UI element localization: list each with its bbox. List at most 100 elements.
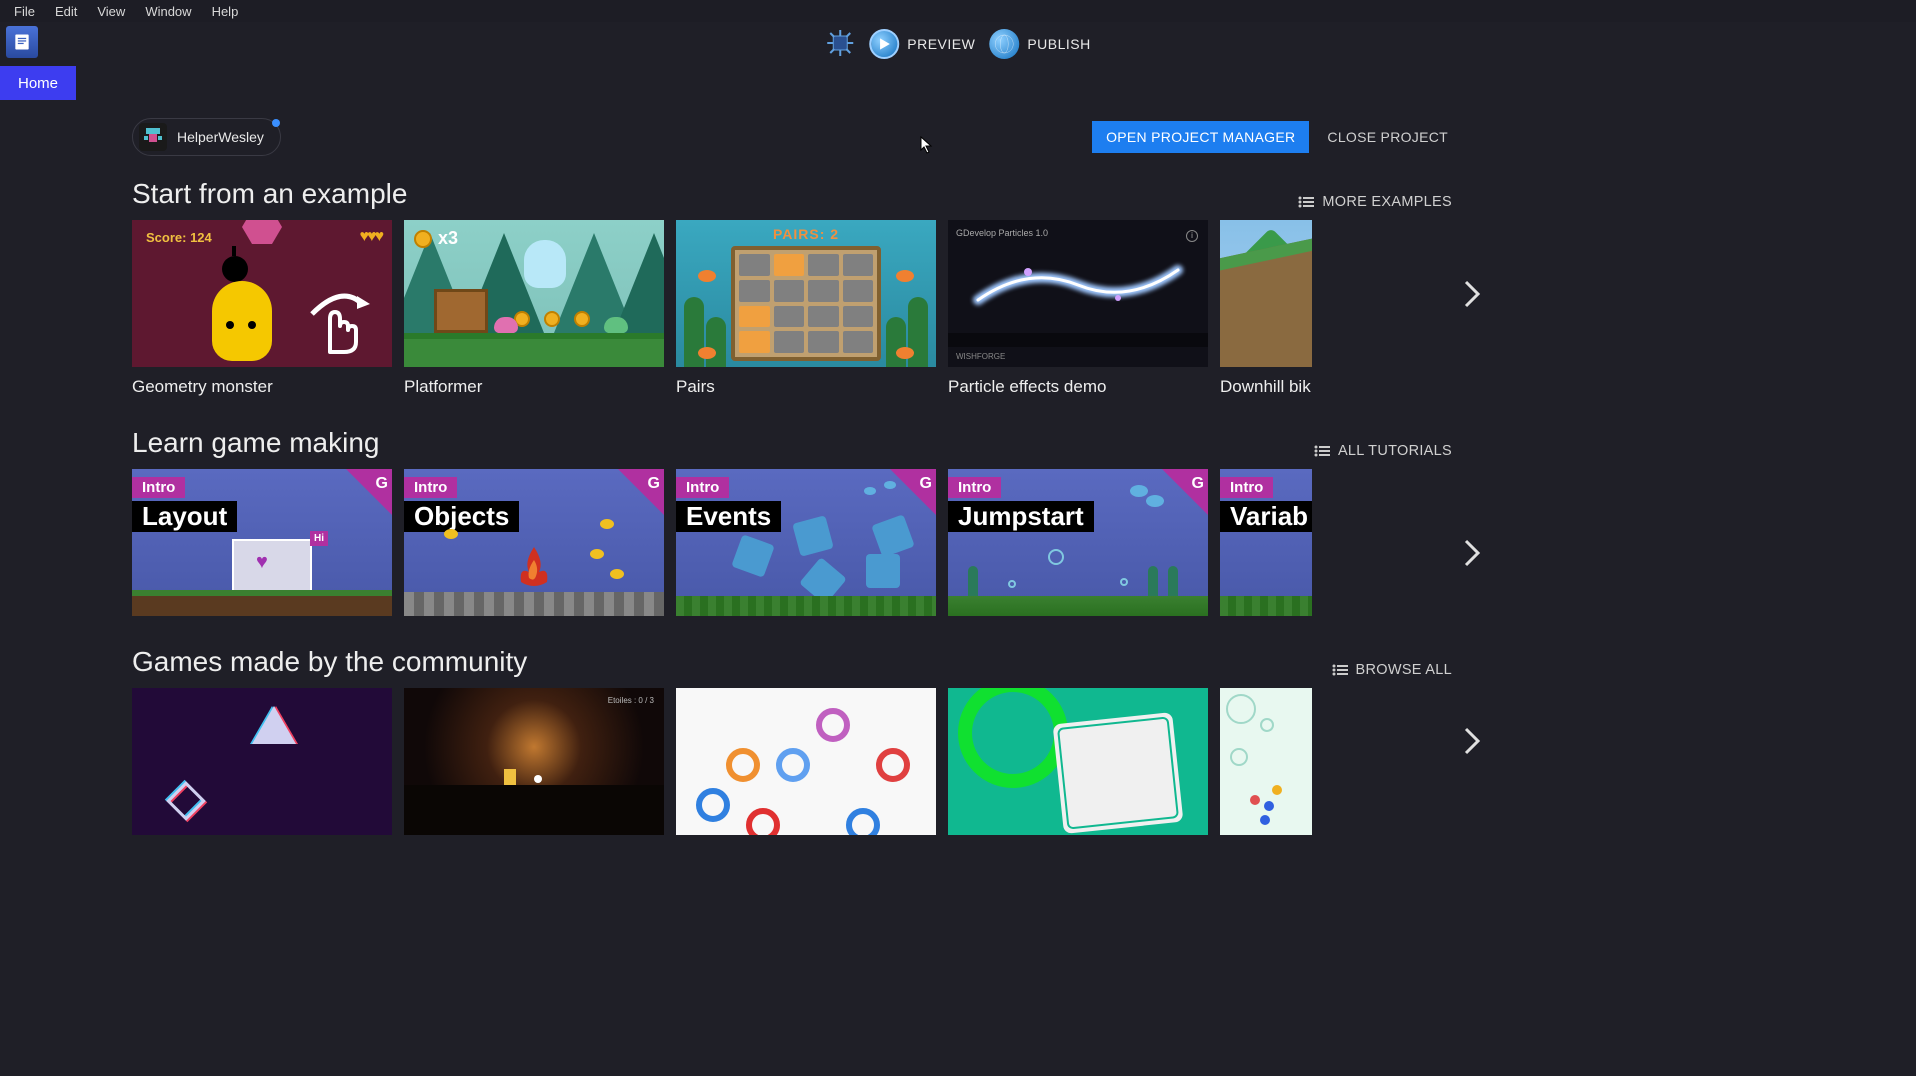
gdevelop-corner-icon: G [1192,475,1204,493]
community-card-5[interactable] [1220,688,1312,835]
example-card-particle[interactable]: GDevelop Particles 1.0 i WISHFORGE Parti… [948,220,1208,397]
stars-label: Etoiles : 0 / 3 [608,696,654,705]
community-thumb [1220,688,1312,835]
user-chip[interactable]: HelperWesley [132,118,281,156]
intro-badge: Intro [404,477,457,498]
menu-file[interactable]: File [4,2,45,21]
header-row: HelperWesley OPEN PROJECT MANAGER CLOSE … [132,118,1452,156]
example-thumb: Score: 124 ♥♥♥ [132,220,392,367]
intro-badge: Intro [132,477,185,498]
menu-help[interactable]: Help [202,2,249,21]
publish-button[interactable]: PUBLISH [989,29,1090,59]
tutorial-thumb: Intro Events G [676,469,936,616]
example-title: Particle effects demo [948,377,1208,397]
tutorial-thumb: Intro Jumpstart G [948,469,1208,616]
chevron-right-icon [1461,278,1483,310]
menu-view[interactable]: View [87,2,135,21]
example-title: Geometry monster [132,377,392,397]
browse-all-label: BROWSE ALL [1356,662,1452,678]
tutorial-card-events[interactable]: Intro Events G [676,469,936,616]
close-project-button[interactable]: CLOSE PROJECT [1323,121,1452,153]
chevron-right-icon [1461,725,1483,757]
example-card-downhill[interactable]: Downhill bik [1220,220,1312,397]
community-card-3[interactable] [676,688,936,835]
notification-dot-icon [272,119,280,127]
community-thumb [948,688,1208,835]
project-manager-icon-button[interactable] [6,26,38,58]
more-examples-label: MORE EXAMPLES [1322,194,1452,210]
gdevelop-corner-icon: G [376,475,388,493]
coin-counter: x3 [414,228,458,249]
preview-button[interactable]: PREVIEW [869,29,975,59]
community-carousel: Etoiles : 0 / 3 [132,688,1312,835]
tab-home[interactable]: Home [0,66,76,100]
section-title-examples: Start from an example [132,178,407,210]
toolbar: PREVIEW PUBLISH [0,22,1916,66]
open-project-manager-button[interactable]: OPEN PROJECT MANAGER [1092,121,1309,153]
intro-badge: Intro [1220,477,1273,498]
section-community: Games made by the community BROWSE ALL E… [132,646,1452,835]
carousel-next-button[interactable] [1456,527,1488,579]
menu-edit[interactable]: Edit [45,2,87,21]
tutorial-card-jumpstart[interactable]: Intro Jumpstart G [948,469,1208,616]
section-learn: Learn game making ALL TUTORIALS Intro La… [132,427,1452,616]
tutorial-thumb: Intro Objects G [404,469,664,616]
hearts-icon: ♥♥♥ [360,228,383,246]
tutorial-word: Layout [132,501,237,532]
tutorial-card-variables[interactable]: Intro Variab +1 [1220,469,1312,616]
intro-badge: Intro [948,477,1001,498]
user-name: HelperWesley [177,129,264,145]
tutorial-card-objects[interactable]: Intro Objects G [404,469,664,616]
play-icon [869,29,899,59]
gdevelop-corner-icon: G [920,475,932,493]
carousel-next-button[interactable] [1456,715,1488,767]
gdevelop-corner-icon: G [648,475,660,493]
example-thumb [1220,220,1312,367]
menu-window[interactable]: Window [135,2,201,21]
browse-all-link[interactable]: BROWSE ALL [1332,662,1452,678]
tutorial-word: Jumpstart [948,501,1094,532]
community-thumb: Etoiles : 0 / 3 [404,688,664,835]
examples-carousel: Score: 124 ♥♥♥ Geometry monster [132,220,1312,397]
menubar: File Edit View Window Help [0,0,1916,22]
chevron-right-icon [1461,537,1483,569]
swipe-hand-icon [302,264,372,357]
list-icon [1332,664,1348,676]
example-thumb: x3 [404,220,664,367]
section-title-community: Games made by the community [132,646,527,678]
carousel-next-button[interactable] [1456,268,1488,320]
tutorial-word: Objects [404,501,519,532]
avatar [139,123,167,151]
debug-icon [825,28,855,61]
preview-label: PREVIEW [907,36,975,52]
document-icon [12,32,32,52]
intro-badge: Intro [676,477,729,498]
hexagon-icon [242,220,282,244]
example-card-platformer[interactable]: x3 Platformer [404,220,664,397]
tutorial-thumb: Intro Layout G ♥ Hi [132,469,392,616]
particle-brand: WISHFORGE [956,352,1005,361]
community-card-2[interactable]: Etoiles : 0 / 3 [404,688,664,835]
example-title: Pairs [676,377,936,397]
tutorial-word: Variab [1220,501,1312,532]
score-label: Score: 124 [146,230,212,245]
example-card-pairs[interactable]: PAIRS: 2 Pairs [676,220,936,397]
bomb-icon [222,256,248,282]
learn-carousel: Intro Layout G ♥ Hi Intro Objects G [132,469,1312,616]
community-card-1[interactable] [132,688,392,835]
community-thumb [132,688,392,835]
tutorial-word: Events [676,501,781,532]
publish-label: PUBLISH [1027,36,1090,52]
tutorial-card-layout[interactable]: Intro Layout G ♥ Hi [132,469,392,616]
more-examples-link[interactable]: MORE EXAMPLES [1298,194,1452,210]
list-icon [1314,445,1330,457]
pairs-label: PAIRS: 2 [676,226,936,242]
example-title: Downhill bik [1220,377,1312,397]
example-card-geometry-monster[interactable]: Score: 124 ♥♥♥ Geometry monster [132,220,392,397]
example-thumb: GDevelop Particles 1.0 i WISHFORGE [948,220,1208,367]
all-tutorials-link[interactable]: ALL TUTORIALS [1314,443,1452,459]
section-examples: Start from an example MORE EXAMPLES Scor… [132,178,1452,397]
globe-icon [989,29,1019,59]
debug-button[interactable] [825,28,855,61]
community-card-4[interactable] [948,688,1208,835]
